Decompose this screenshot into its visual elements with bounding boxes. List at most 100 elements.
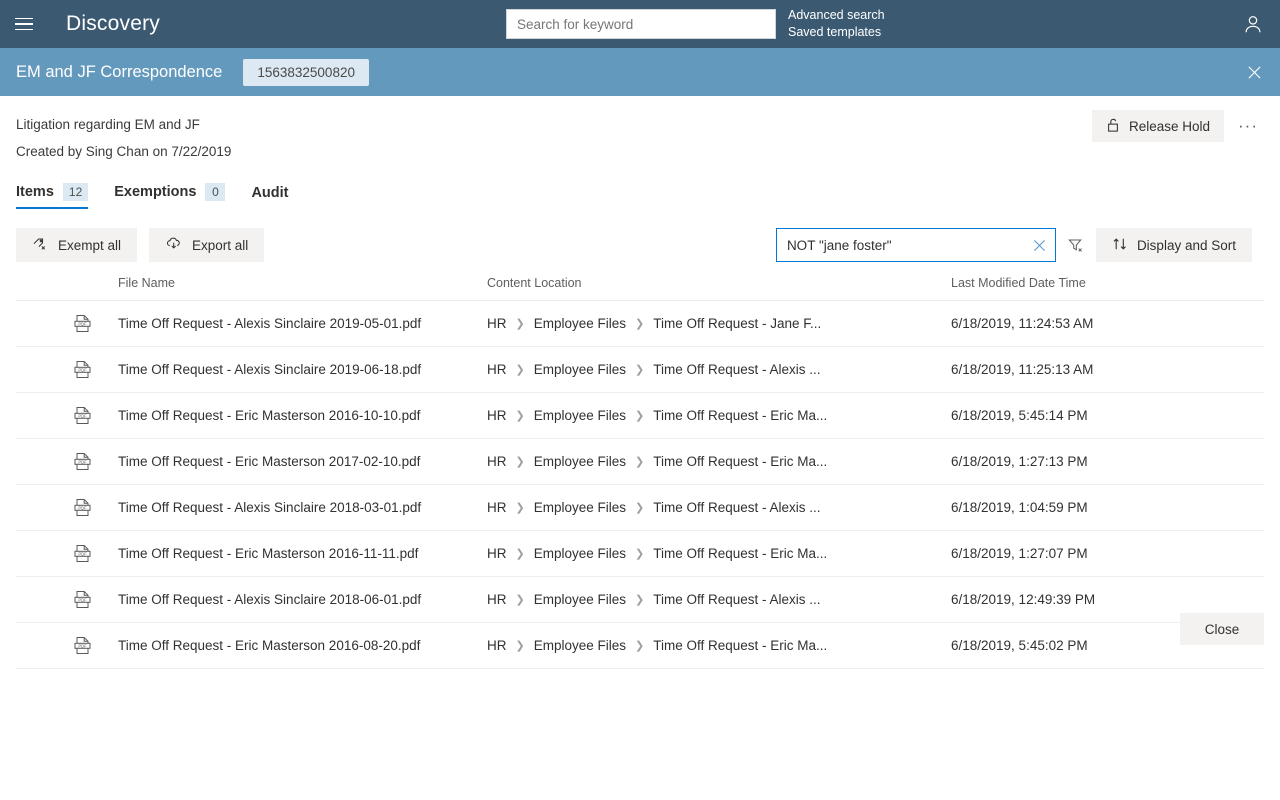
table-body: PDF Time Off Request - Alexis Sinclaire 2… bbox=[16, 301, 1264, 669]
cell-file-name: Time Off Request - Eric Masterson 2016-1… bbox=[118, 546, 419, 561]
table-row[interactable]: PDF Time Off Request - Alexis Sinclaire 2… bbox=[16, 485, 1264, 531]
chevron-right-icon: ❯ bbox=[515, 548, 525, 560]
location-segment[interactable]: HR bbox=[487, 592, 507, 607]
close-icon[interactable] bbox=[1242, 60, 1266, 84]
cell-file-name: Time Off Request - Eric Masterson 2016-0… bbox=[118, 638, 421, 653]
advanced-search-link[interactable]: Advanced search bbox=[788, 7, 885, 24]
location-segment[interactable]: Time Off Request - Eric Ma... bbox=[653, 408, 827, 423]
cell-last-modified: 6/18/2019, 11:24:53 AM bbox=[951, 316, 1094, 331]
search-links: Advanced search Saved templates bbox=[788, 7, 885, 41]
tag-remove-icon bbox=[32, 236, 49, 254]
item-search-group: Display and Sort bbox=[775, 228, 1264, 262]
location-segment[interactable]: HR bbox=[487, 546, 507, 561]
tab-items[interactable]: Items 12 bbox=[16, 183, 89, 209]
display-and-sort-button[interactable]: Display and Sort bbox=[1095, 228, 1252, 262]
table-row[interactable]: PDF Time Off Request - Eric Masterson 201… bbox=[16, 623, 1264, 669]
tab-exemptions[interactable]: Exemptions 0 bbox=[114, 183, 226, 209]
cell-content-location: HR ❯ Employee Files ❯ Time Off Request - Eri… bbox=[487, 408, 951, 423]
location-segment[interactable]: Time Off Request - Alexis ... bbox=[653, 500, 820, 515]
tab-exemptions-count: 0 bbox=[205, 183, 226, 201]
location-segment[interactable]: HR bbox=[487, 362, 507, 377]
exempt-all-label: Exempt all bbox=[58, 237, 122, 253]
location-segment[interactable]: Employee Files bbox=[534, 500, 626, 515]
clear-filter-icon[interactable] bbox=[1056, 228, 1096, 262]
cell-content-location: HR ❯ Employee Files ❯ Time Off Request - Eri… bbox=[487, 638, 951, 653]
location-segment[interactable]: Employee Files bbox=[534, 316, 626, 331]
chevron-right-icon: ❯ bbox=[515, 364, 525, 376]
location-segment[interactable]: HR bbox=[487, 454, 507, 469]
header-last-modified[interactable]: Last Modified Date Time bbox=[951, 276, 1264, 290]
cell-last-modified: 6/18/2019, 5:45:14 PM bbox=[951, 408, 1088, 423]
tab-items-count: 12 bbox=[62, 183, 89, 201]
location-segment[interactable]: Time Off Request - Eric Ma... bbox=[653, 454, 827, 469]
table-row[interactable]: PDF Time Off Request - Alexis Sinclaire 2… bbox=[16, 577, 1264, 623]
location-segment[interactable]: HR bbox=[487, 408, 507, 423]
person-icon[interactable] bbox=[1238, 9, 1268, 39]
sort-arrows-icon bbox=[1112, 236, 1128, 255]
cell-file-name: Time Off Request - Alexis Sinclaire 2018… bbox=[118, 500, 422, 515]
clear-x-icon[interactable] bbox=[1025, 229, 1055, 261]
table-row[interactable]: PDF Time Off Request - Eric Masterson 201… bbox=[16, 439, 1264, 485]
cell-file-name: Time Off Request - Alexis Sinclaire 2019… bbox=[118, 316, 422, 331]
table-row[interactable]: PDF Time Off Request - Alexis Sinclaire 2… bbox=[16, 347, 1264, 393]
cloud-download-icon bbox=[165, 236, 183, 254]
chevron-right-icon: ❯ bbox=[515, 594, 525, 606]
global-search-input[interactable] bbox=[506, 9, 776, 39]
export-all-button[interactable]: Export all bbox=[149, 228, 265, 262]
location-segment[interactable]: HR bbox=[487, 638, 507, 653]
chevron-right-icon: ❯ bbox=[635, 502, 645, 514]
pdf-file-icon: PDF bbox=[16, 590, 118, 609]
location-segment[interactable]: Employee Files bbox=[534, 362, 626, 377]
chevron-right-icon: ❯ bbox=[635, 318, 645, 330]
case-tabs: Items 12 Exemptions 0 Audit bbox=[16, 181, 1264, 209]
tab-audit[interactable]: Audit bbox=[251, 185, 288, 209]
saved-templates-link[interactable]: Saved templates bbox=[788, 24, 885, 41]
hold-actions: Release Hold ··· bbox=[1091, 110, 1264, 142]
location-segment[interactable]: Time Off Request - Jane F... bbox=[653, 316, 821, 331]
hamburger-icon[interactable] bbox=[0, 0, 48, 48]
location-segment[interactable]: Time Off Request - Eric Ma... bbox=[653, 546, 827, 561]
item-search-box[interactable] bbox=[775, 228, 1056, 262]
cell-last-modified: 6/18/2019, 1:27:07 PM bbox=[951, 546, 1088, 561]
exempt-all-button[interactable]: Exempt all bbox=[16, 228, 138, 262]
location-segment[interactable]: Time Off Request - Alexis ... bbox=[653, 592, 820, 607]
table-row[interactable]: PDF Time Off Request - Eric Masterson 201… bbox=[16, 531, 1264, 577]
item-search-input[interactable] bbox=[776, 229, 1025, 261]
footer-actions: Close bbox=[1180, 613, 1264, 645]
chevron-right-icon: ❯ bbox=[515, 502, 525, 514]
case-created-by: Created by Sing Chan on 7/22/2019 bbox=[16, 144, 232, 159]
case-id-badge[interactable]: 1563832500820 bbox=[243, 58, 369, 86]
svg-text:PDF: PDF bbox=[78, 459, 87, 464]
svg-text:PDF: PDF bbox=[78, 367, 87, 372]
pdf-file-icon: PDF bbox=[16, 406, 118, 425]
svg-text:PDF: PDF bbox=[78, 643, 87, 648]
case-header: EM and JF Correspondence 1563832500820 bbox=[0, 48, 1280, 96]
cell-last-modified: 6/18/2019, 1:27:13 PM bbox=[951, 454, 1088, 469]
svg-text:PDF: PDF bbox=[78, 505, 87, 510]
close-button[interactable]: Close bbox=[1180, 613, 1264, 645]
location-segment[interactable]: Time Off Request - Alexis ... bbox=[653, 362, 820, 377]
case-meta: Litigation regarding EM and JF Created b… bbox=[16, 96, 1264, 165]
pdf-file-icon: PDF bbox=[16, 360, 118, 379]
header-icon-spacer bbox=[16, 276, 118, 290]
ellipsis-icon[interactable]: ··· bbox=[1232, 110, 1264, 142]
cell-last-modified: 6/18/2019, 12:49:39 PM bbox=[951, 592, 1096, 607]
table-row[interactable]: PDF Time Off Request - Eric Masterson 201… bbox=[16, 393, 1264, 439]
location-segment[interactable]: Employee Files bbox=[534, 408, 626, 423]
release-hold-button[interactable]: Release Hold bbox=[1091, 110, 1224, 142]
location-segment[interactable]: Time Off Request - Eric Ma... bbox=[653, 638, 827, 653]
header-file-name[interactable]: File Name bbox=[118, 276, 487, 290]
location-segment[interactable]: Employee Files bbox=[534, 592, 626, 607]
table-row[interactable]: PDF Time Off Request - Alexis Sinclaire 2… bbox=[16, 301, 1264, 347]
pdf-file-icon: PDF bbox=[16, 498, 118, 517]
location-segment[interactable]: HR bbox=[487, 316, 507, 331]
header-content-location[interactable]: Content Location bbox=[487, 276, 951, 290]
location-segment[interactable]: Employee Files bbox=[534, 454, 626, 469]
unlock-icon bbox=[1106, 117, 1120, 136]
pdf-file-icon: PDF bbox=[16, 314, 118, 333]
location-segment[interactable]: Employee Files bbox=[534, 638, 626, 653]
chevron-right-icon: ❯ bbox=[635, 548, 645, 560]
chevron-right-icon: ❯ bbox=[515, 640, 525, 652]
location-segment[interactable]: Employee Files bbox=[534, 546, 626, 561]
location-segment[interactable]: HR bbox=[487, 500, 507, 515]
